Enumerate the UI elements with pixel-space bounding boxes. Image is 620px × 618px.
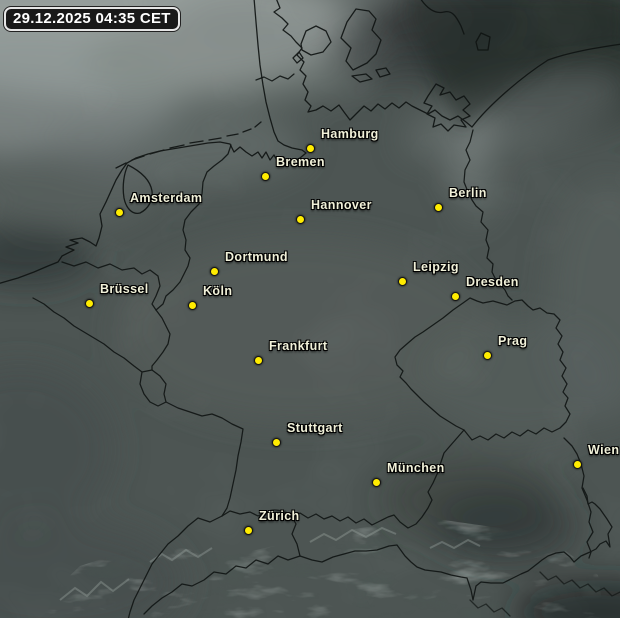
city-dot-icon [483, 351, 492, 360]
city-label: Berlin [449, 186, 487, 200]
city-markers-layer: Hamburg Bremen Amsterdam Hannover Berlin Dort… [0, 0, 620, 618]
city-label: Stuttgart [287, 421, 343, 435]
city-dot-icon [85, 299, 94, 308]
city-label: München [387, 461, 445, 475]
city-dot-icon [296, 215, 305, 224]
city-dot-icon [398, 277, 407, 286]
city-dot-icon [451, 292, 460, 301]
city-label: Hamburg [321, 127, 379, 141]
city-dot-icon [272, 438, 281, 447]
timestamp-badge: 29.12.2025 04:35 CET [4, 7, 180, 31]
city-dot-icon [210, 267, 219, 276]
city-label: Amsterdam [130, 191, 202, 205]
city-dot-icon [372, 478, 381, 487]
city-dot-icon [261, 172, 270, 181]
satellite-map: Hamburg Bremen Amsterdam Hannover Berlin Dort… [0, 0, 620, 618]
city-dot-icon [434, 203, 443, 212]
city-label: Prag [498, 334, 527, 348]
city-dot-icon [306, 144, 315, 153]
city-dot-icon [188, 301, 197, 310]
city-dot-icon [254, 356, 263, 365]
city-label: Köln [203, 284, 232, 298]
city-label: Wien [588, 443, 619, 457]
city-label: Leipzig [413, 260, 459, 274]
city-label: Frankfurt [269, 339, 327, 353]
city-label: Hannover [311, 198, 372, 212]
city-label: Brüssel [100, 282, 149, 296]
city-label: Zürich [259, 509, 300, 523]
city-dot-icon [573, 460, 582, 469]
city-dot-icon [115, 208, 124, 217]
city-label: Dresden [466, 275, 519, 289]
city-label: Dortmund [225, 250, 288, 264]
city-label: Bremen [276, 155, 325, 169]
city-dot-icon [244, 526, 253, 535]
